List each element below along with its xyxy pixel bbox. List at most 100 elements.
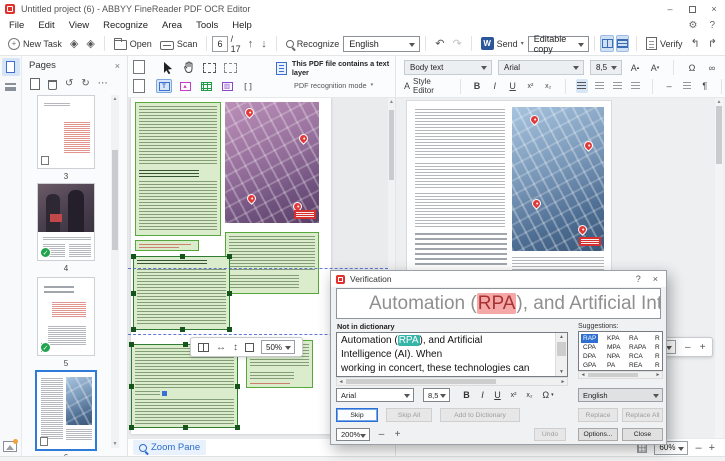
- verify-button[interactable]: Verify: [642, 34, 687, 54]
- zoom-in-icon[interactable]: +: [700, 342, 706, 353]
- page-layout-icon[interactable]: [133, 60, 145, 74]
- add-to-dictionary-button[interactable]: Add to Dictionary: [440, 408, 520, 422]
- suggestions-hscrollbar[interactable]: ◄ ►: [578, 371, 663, 379]
- new-task-button[interactable]: + New Task: [4, 34, 66, 54]
- open-button[interactable]: Open: [110, 34, 156, 54]
- import-pages-icon[interactable]: ◈: [82, 34, 98, 54]
- dialog-symbol-icon[interactable]: Ω ▾: [538, 388, 558, 402]
- align-right-icon[interactable]: [611, 79, 624, 93]
- prev-error-icon[interactable]: ↰: [687, 34, 704, 54]
- decrease-font-icon[interactable]: A ▾: [648, 61, 662, 75]
- underline-icon[interactable]: U: [506, 79, 519, 93]
- options-button[interactable]: Options...: [578, 428, 618, 441]
- justify-icon[interactable]: [629, 79, 642, 93]
- thumbnail-page-5[interactable]: ✓: [37, 277, 95, 356]
- menu-edit[interactable]: Edit: [31, 20, 61, 31]
- subscript-icon[interactable]: x₂: [542, 79, 555, 93]
- picture-area-tool[interactable]: ▴: [177, 79, 193, 93]
- export-format-select[interactable]: Editable copy: [527, 34, 590, 54]
- style-editor-button[interactable]: A Style Editor: [404, 77, 450, 95]
- thumbnail-page-3[interactable]: [37, 95, 95, 169]
- bold-icon[interactable]: B: [471, 79, 484, 93]
- font-select[interactable]: Arial: [498, 60, 584, 75]
- send-to-word-button[interactable]: W Send ▾: [477, 34, 528, 54]
- suggestion-item[interactable]: R: [655, 352, 660, 361]
- suggestion-item[interactable]: RAP: [581, 334, 599, 343]
- pdf-recognition-mode-link[interactable]: PDF recognition mode: [294, 81, 367, 90]
- pages-panel-tab[interactable]: [1, 58, 20, 76]
- suggestion-item[interactable]: DPA: [583, 352, 596, 361]
- suggestion-item[interactable]: CPA: [583, 343, 596, 352]
- maximize-icon[interactable]: [681, 0, 703, 18]
- rotate-left-icon[interactable]: ↺: [65, 79, 73, 89]
- text-area-block[interactable]: [225, 232, 319, 294]
- suggestion-item[interactable]: MPA: [607, 343, 621, 352]
- more-icon[interactable]: ⋯: [98, 79, 108, 89]
- text-view-toggle[interactable]: [615, 35, 630, 52]
- redo-icon[interactable]: ↷: [448, 34, 465, 54]
- gear-icon[interactable]: ⚙: [688, 20, 697, 31]
- suggestion-item[interactable]: REA: [629, 361, 642, 370]
- menu-help[interactable]: Help: [225, 20, 259, 31]
- status-zoom-out-icon[interactable]: –: [695, 442, 701, 454]
- cursor-icon[interactable]: [162, 61, 174, 74]
- hand-icon[interactable]: [182, 61, 195, 74]
- canvas-zoom-select[interactable]: 50%: [261, 340, 296, 354]
- delete-page-icon[interactable]: [48, 80, 57, 90]
- menu-file[interactable]: File: [2, 20, 31, 31]
- paragraph-mark-icon[interactable]: ¶: [698, 79, 711, 93]
- editor-view-toggle[interactable]: [600, 35, 614, 52]
- increase-font-icon[interactable]: A ▴: [628, 61, 642, 75]
- caption-area-block[interactable]: [135, 240, 199, 251]
- list-panel-tab[interactable]: [2, 78, 20, 96]
- help-icon[interactable]: ?: [709, 20, 715, 31]
- text-scroll-thumb[interactable]: [716, 106, 722, 164]
- italic-icon[interactable]: I: [488, 79, 501, 93]
- menu-recognize[interactable]: Recognize: [96, 20, 155, 31]
- link-icon[interactable]: ∞: [705, 61, 719, 75]
- thumbnail-page-4[interactable]: ✓: [37, 183, 95, 261]
- minimize-icon[interactable]: –: [659, 0, 681, 18]
- suggestion-item[interactable]: RAPA: [629, 343, 646, 352]
- status-zoom-in-icon[interactable]: +: [709, 442, 715, 454]
- dialog-superscript-icon[interactable]: x²: [506, 388, 521, 402]
- superscript-icon[interactable]: x²: [524, 79, 537, 93]
- skip-button[interactable]: Skip: [336, 408, 378, 422]
- text-scrollbar[interactable]: ▲: [715, 98, 723, 438]
- dialog-italic-icon[interactable]: I: [475, 388, 490, 402]
- skip-all-button[interactable]: Skip All: [386, 408, 432, 422]
- adjust-area-icon[interactable]: [224, 62, 237, 73]
- ocr-language-select[interactable]: English: [343, 35, 421, 52]
- dialog-font-select[interactable]: Arial: [336, 388, 414, 402]
- table-area-tool[interactable]: [198, 79, 214, 93]
- menu-view[interactable]: View: [62, 20, 96, 31]
- background-picture-area-tool[interactable]: ▥: [219, 79, 235, 93]
- suggestion-item[interactable]: NPA: [607, 352, 620, 361]
- suggestion-item[interactable]: RCA: [629, 352, 643, 361]
- pages-close-icon[interactable]: ×: [115, 61, 120, 71]
- text-area-tool[interactable]: T: [156, 79, 172, 93]
- dialog-help-icon[interactable]: ?: [636, 274, 641, 284]
- fit-height-icon[interactable]: ↕: [233, 342, 238, 353]
- page-number-input[interactable]: 6: [212, 35, 228, 52]
- layout-options-icon[interactable]: [198, 342, 209, 352]
- editor-hscrollbar[interactable]: ◄ ►: [336, 377, 568, 386]
- recognition-area-tool[interactable]: [ ]: [240, 79, 256, 93]
- canvas-scroll-thumb[interactable]: [389, 110, 394, 180]
- suggestion-item[interactable]: KPA: [607, 334, 620, 343]
- pages-scroll-thumb[interactable]: [112, 150, 118, 250]
- zoom-pane-button[interactable]: Zoom Pane: [133, 440, 207, 455]
- replace-button[interactable]: Replace: [578, 408, 618, 422]
- dialog-zoom-in-icon[interactable]: +: [391, 428, 404, 441]
- thumbnail-page-6-selected[interactable]: [35, 370, 97, 451]
- zoom-out-icon[interactable]: –: [685, 342, 691, 353]
- dialog-bold-icon[interactable]: B: [459, 388, 474, 402]
- dialog-zoom-select[interactable]: 200%: [336, 428, 370, 441]
- line-spacing-icon[interactable]: –: [663, 79, 676, 93]
- suggestion-item[interactable]: GPA: [583, 361, 596, 370]
- highway-photo[interactable]: [225, 102, 319, 223]
- symbol-icon[interactable]: Ω: [685, 61, 699, 75]
- dialog-zoom-out-icon[interactable]: –: [375, 428, 388, 441]
- verification-text-editor[interactable]: Automation (RPA), and Artificial Intelli…: [336, 332, 568, 377]
- pages-scrollbar[interactable]: ▲ ▼: [111, 95, 119, 448]
